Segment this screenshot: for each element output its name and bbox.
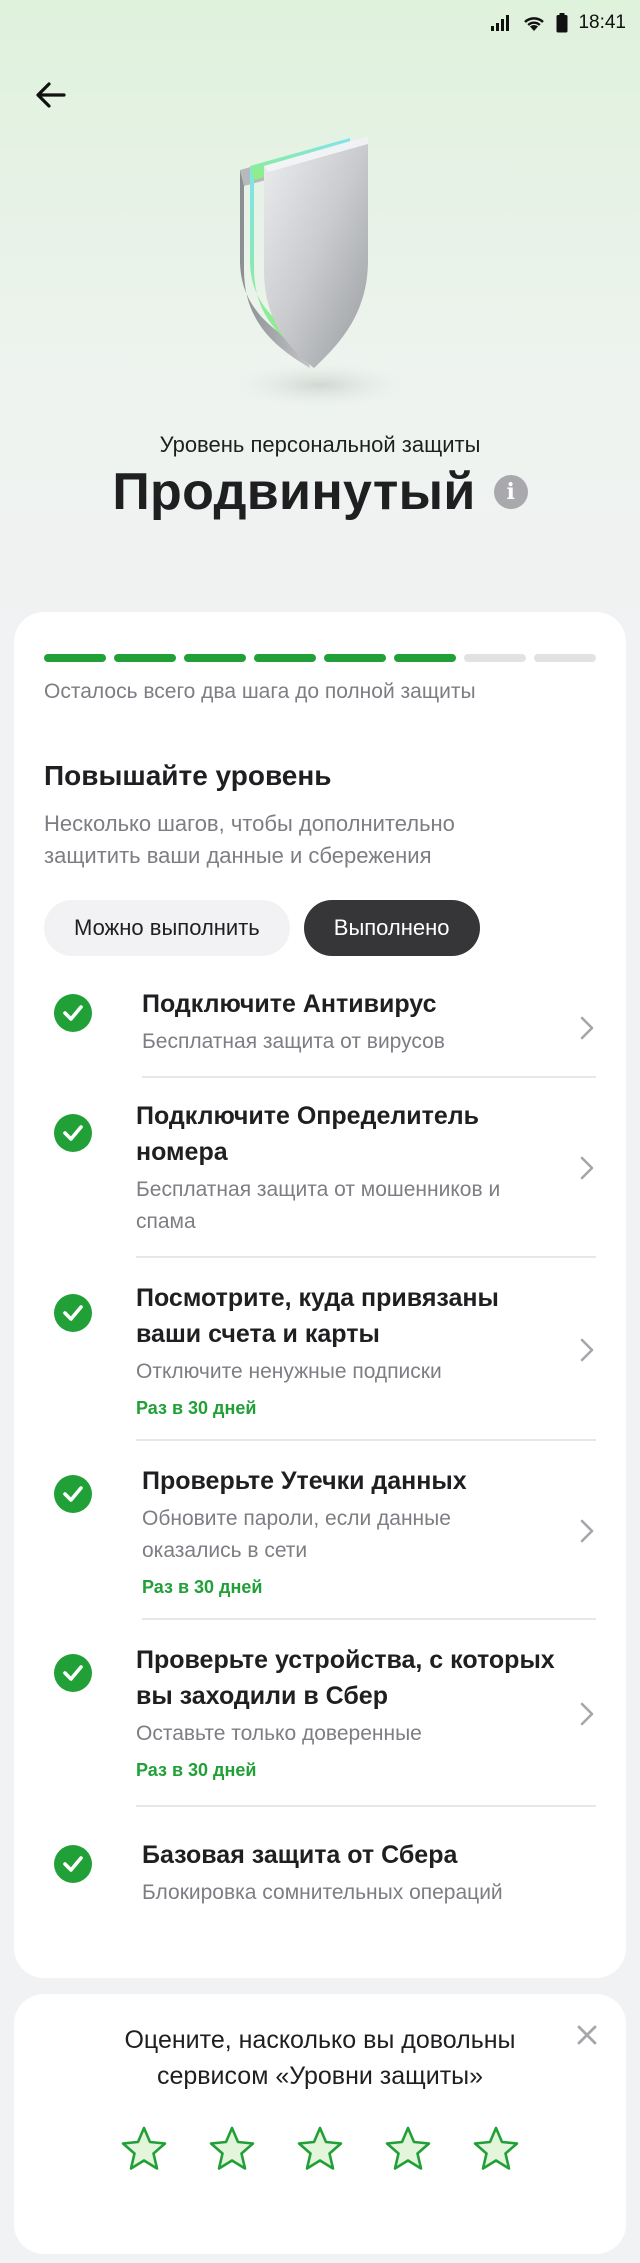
info-icon[interactable]: i xyxy=(493,475,528,509)
back-button[interactable] xyxy=(28,72,74,118)
task-item-caller-id[interactable]: Подключите Определитель номера Бесплатна… xyxy=(44,1078,596,1258)
battery-icon xyxy=(556,13,568,33)
task-item-devices[interactable]: Проверьте устройства, с которых вы заход… xyxy=(44,1620,596,1807)
shield-illustration xyxy=(210,120,440,420)
star-icon[interactable] xyxy=(295,2124,345,2174)
progress-segment-done xyxy=(184,654,246,662)
progress-bar xyxy=(44,654,596,662)
wifi-icon xyxy=(522,14,546,32)
checkmark-icon xyxy=(54,1114,92,1152)
task-item-data-leaks[interactable]: Проверьте Утечки данных Обновите пароли,… xyxy=(44,1441,596,1620)
progress-segment-pending xyxy=(534,654,596,662)
level-caption: Уровень персональной защиты xyxy=(159,432,481,457)
progress-segment-done xyxy=(44,654,106,662)
star-icon[interactable] xyxy=(383,2124,433,2174)
progress-segment-done xyxy=(394,654,456,662)
task-title: Проверьте Утечки данных xyxy=(142,1467,467,1495)
task-item-basic-protection: Базовая защита от Сбера Блокировка сомни… xyxy=(44,1807,596,1909)
filter-chips: Можно выполнить Выполнено xyxy=(44,900,596,956)
star-icon[interactable] xyxy=(119,2124,169,2174)
task-title: Посмотрите, куда привязаны ваши счета и … xyxy=(136,1284,499,1348)
rating-stars xyxy=(14,2124,626,2174)
task-item-linked-accounts[interactable]: Посмотрите, куда привязаны ваши счета и … xyxy=(44,1258,596,1441)
task-title: Проверьте устройства, с которых вы заход… xyxy=(136,1646,555,1710)
task-subtitle: Оставьте только доверенные xyxy=(136,1722,422,1745)
chip-done[interactable]: Выполнено xyxy=(303,900,480,956)
task-subtitle: Блокировка сомнительных операций xyxy=(142,1881,503,1904)
task-title: Подключите Определитель номера xyxy=(136,1102,479,1166)
checkmark-icon xyxy=(54,1654,92,1692)
task-period: Раз в 30 дней xyxy=(136,1398,257,1418)
star-icon[interactable] xyxy=(471,2124,521,2174)
progress-caption: Осталось всего два шага до полной защиты xyxy=(44,680,476,703)
progress-segment-done xyxy=(254,654,316,662)
task-period: Раз в 30 дней xyxy=(142,1577,263,1597)
chevron-right-icon xyxy=(580,1016,594,1040)
task-list: Подключите Антивирус Бесплатная защита о… xyxy=(44,978,596,1909)
chip-can-do[interactable]: Можно выполнить xyxy=(44,900,290,956)
task-title: Подключите Антивирус xyxy=(142,990,437,1018)
task-subtitle: Бесплатная защита от мошенников и спама xyxy=(136,1178,501,1233)
level-title-row: Продвинутый i xyxy=(0,462,640,522)
signal-icon xyxy=(490,14,512,32)
chevron-right-icon xyxy=(580,1519,594,1542)
progress-segment-pending xyxy=(464,654,526,662)
status-bar: 18:41 xyxy=(0,0,640,46)
task-subtitle: Обновите пароли, если данные оказались в… xyxy=(142,1507,451,1562)
star-icon[interactable] xyxy=(207,2124,257,2174)
section-title: Повышайте уровень xyxy=(44,760,332,791)
progress-segment-done xyxy=(324,654,386,662)
close-icon[interactable] xyxy=(572,2020,602,2050)
checkmark-icon xyxy=(54,1845,92,1883)
chevron-right-icon xyxy=(580,1338,594,1361)
task-subtitle: Бесплатная защита от вирусов xyxy=(142,1030,445,1053)
task-subtitle: Отключите ненужные подписки xyxy=(136,1360,442,1383)
rating-card: Оцените, насколько вы довольны сервисом … xyxy=(14,1994,626,2254)
task-item-antivirus[interactable]: Подключите Антивирус Бесплатная защита о… xyxy=(44,978,596,1078)
progress-segment-done xyxy=(114,654,176,662)
checkmark-icon xyxy=(54,994,92,1032)
chevron-right-icon xyxy=(580,1702,594,1725)
checkmark-icon xyxy=(54,1294,92,1332)
arrow-left-icon xyxy=(36,82,66,108)
checkmark-icon xyxy=(54,1475,92,1513)
task-period: Раз в 30 дней xyxy=(136,1760,257,1780)
status-time: 18:41 xyxy=(578,12,626,33)
section-subtitle: Несколько шагов, чтобы дополнительно защ… xyxy=(44,811,455,868)
protection-card: Осталось всего два шага до полной защиты… xyxy=(14,612,626,1978)
rating-question: Оцените, насколько вы довольны сервисом … xyxy=(124,2026,516,2090)
chevron-right-icon xyxy=(580,1156,594,1180)
task-title: Базовая защита от Сбера xyxy=(142,1841,458,1869)
level-title: Продвинутый xyxy=(112,463,476,521)
